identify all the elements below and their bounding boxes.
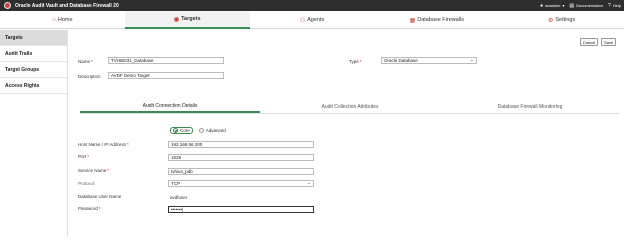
chevron-down-icon: ▾ (562, 3, 565, 8)
user-menu[interactable]: ● avadmin ▾ (540, 3, 564, 9)
required-marker: * (107, 168, 110, 173)
help-icon: ? (607, 2, 611, 9)
tab-targets-label: Targets (181, 16, 201, 22)
name-label-text: Name (78, 59, 91, 64)
host-input[interactable]: 192.168.56.200 (168, 141, 314, 148)
port-input[interactable]: 1528 (168, 154, 314, 161)
description-label: Description (78, 74, 101, 79)
port-label-text: Port (78, 154, 87, 159)
tab-database-firewall-monitoring[interactable]: Database Firewall Monitoring (440, 100, 620, 113)
required-marker: * (91, 59, 93, 64)
user-icon: ● (540, 2, 544, 9)
tab-home-label: Home (57, 17, 73, 23)
required-marker: * (126, 142, 129, 147)
tab-settings[interactable]: ⚙ Settings (499, 11, 624, 29)
sidebar: Targets Audit Trails Target Groups Acces… (0, 30, 68, 237)
firewall-icon: ▦ (409, 17, 416, 24)
radio-advanced-label: Advanced (205, 128, 226, 133)
radio-core-label: Core (180, 128, 190, 133)
service-label: Service Name* (78, 168, 109, 173)
targets-icon: ◉ (173, 16, 180, 23)
tab-settings-label: Settings (555, 17, 576, 23)
description-input[interactable]: AVDF Demo Target (108, 72, 224, 79)
sidebar-item-targets[interactable]: Targets (0, 30, 67, 46)
tab-audit-collection-attributes[interactable]: Audit Collection Attributes (260, 100, 440, 113)
tab-audit-connection-details[interactable]: Audit Connection Details (80, 100, 260, 113)
port-label: Port* (78, 154, 89, 159)
name-label: Name* (78, 59, 93, 64)
db-user-label: Database User Name (78, 194, 122, 199)
host-label: Host Name / IP Address* (78, 142, 129, 147)
help-label: Help (612, 3, 621, 8)
protocol-label: Protocol (78, 181, 95, 186)
agents-icon: ⚇ (299, 17, 306, 24)
tab-home[interactable]: ⌂ Home (0, 11, 125, 29)
cancel-button[interactable]: Cancel (580, 38, 598, 46)
documentation-label: Documentation (576, 3, 603, 8)
password-label-text: Password (78, 206, 98, 211)
home-icon: ⌂ (52, 17, 56, 23)
type-select[interactable]: Oracle Database (381, 57, 477, 64)
service-name-input[interactable]: tvhiva_pdb (168, 168, 314, 175)
detail-tabs: Audit Connection Details Audit Collectio… (80, 100, 620, 114)
required-marker: * (98, 206, 101, 211)
required-marker: * (359, 59, 362, 64)
app-title: Oracle Audit Vault and Database Firewall… (15, 2, 119, 9)
header-actions: ● avadmin ▾ ▤ Documentation ? Help (540, 0, 621, 11)
name-input[interactable]: TVHIB031_Database (108, 57, 224, 64)
gear-icon: ⚙ (547, 17, 554, 24)
top-header: Oracle Audit Vault and Database Firewall… (0, 0, 624, 11)
radio-advanced-dot (198, 128, 204, 133)
book-icon: ▤ (569, 2, 575, 9)
save-button[interactable]: Save (601, 38, 616, 46)
sidebar-item-access-rights[interactable]: Access Rights (0, 78, 67, 94)
oracle-logo-icon (4, 2, 11, 9)
type-label: Type* (349, 59, 362, 64)
tab-targets[interactable]: ◉ Targets (124, 11, 250, 29)
user-name: avadmin (545, 3, 561, 8)
help-link[interactable]: ? Help (608, 3, 621, 9)
connection-mode-radio-group: Core Advanced (170, 127, 226, 134)
sidebar-item-target-groups[interactable]: Target Groups (0, 62, 67, 78)
tab-agents[interactable]: ⚇ Agents (250, 11, 375, 29)
radio-advanced[interactable]: Advanced (198, 128, 226, 133)
sidebar-item-audit-trails[interactable]: Audit Trails (0, 46, 67, 62)
tab-database-firewalls[interactable]: ▦ Database Firewalls (374, 11, 499, 29)
protocol-select[interactable]: TCP (168, 180, 314, 187)
tab-agents-label: Agents (307, 17, 325, 23)
documentation-link[interactable]: ▤ Documentation (569, 3, 603, 9)
db-user-value: avdfuser (170, 195, 188, 200)
tab-database-firewalls-label: Database Firewalls (417, 17, 465, 23)
main-content: Cancel Save Name* TVHIB031_Database Type… (68, 30, 624, 237)
main-nav: ⌂ Home ◉ Targets ⚇ Agents ▦ Database Firewal… (0, 11, 624, 29)
password-label: Password* (78, 206, 101, 211)
password-input[interactable]: •••••••| (168, 206, 314, 213)
radio-core[interactable]: Core (170, 127, 193, 134)
radio-core-dot (173, 128, 178, 133)
service-label-text: Service Name (78, 168, 107, 173)
required-marker: * (87, 154, 90, 159)
type-label-text: Type (349, 59, 359, 64)
host-label-text: Host Name / IP Address (78, 142, 126, 147)
